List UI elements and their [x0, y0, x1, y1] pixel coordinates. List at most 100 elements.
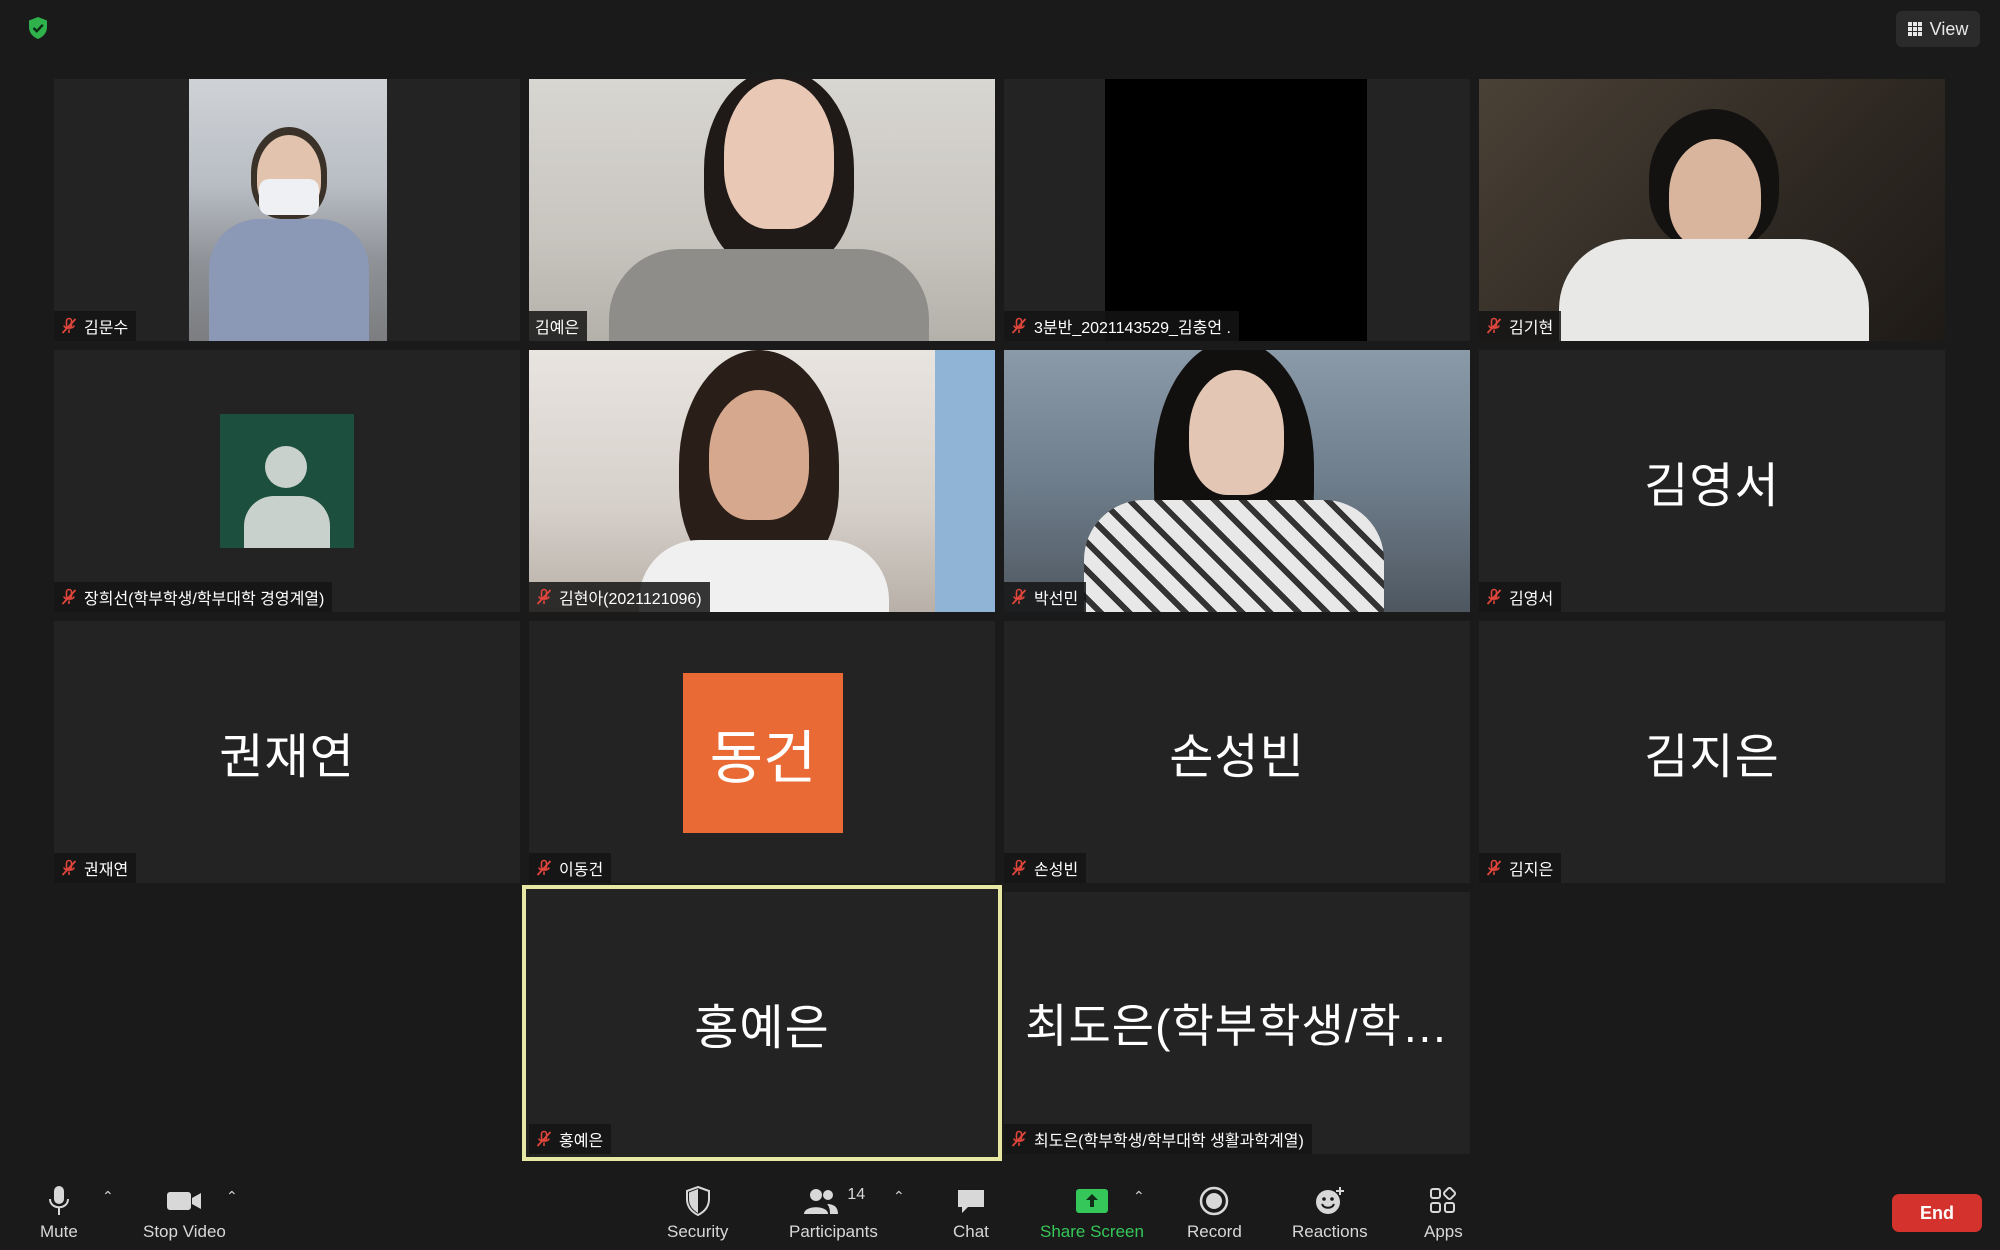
- participant-display-name: 홍예은: [694, 1002, 830, 1055]
- participant-tile-active-speaker[interactable]: 홍예은 홍예은: [522, 885, 1002, 1161]
- participants-count: 14: [847, 1186, 866, 1203]
- record-label: Record: [1187, 1222, 1242, 1241]
- participant-video: [1479, 79, 1945, 341]
- grid-view-icon: [1907, 22, 1922, 36]
- apps-label: Apps: [1424, 1222, 1463, 1241]
- mic-muted-icon: [1486, 859, 1502, 876]
- stop-video-label: Stop Video: [143, 1222, 226, 1241]
- mic-muted-icon: [1011, 859, 1027, 876]
- participant-nametag: 김기현: [1479, 311, 1562, 341]
- participant-tile[interactable]: 동건 이동건: [529, 621, 995, 883]
- participant-nametag: 3분반_2021143529_김충언 .: [1004, 311, 1239, 341]
- participant-display-name: 손성빈: [1169, 731, 1305, 784]
- mute-button[interactable]: Mute: [40, 1184, 78, 1242]
- participant-name: 3분반_2021143529_김충언 .: [1034, 320, 1231, 337]
- view-button[interactable]: View: [1896, 11, 1980, 47]
- participant-tile[interactable]: 김기현: [1479, 79, 1945, 341]
- participant-name: 김기현: [1509, 320, 1554, 337]
- apps-button[interactable]: Apps: [1424, 1184, 1463, 1242]
- participant-display-name: 김영서: [1644, 460, 1780, 513]
- mic-muted-icon: [536, 588, 552, 605]
- mic-muted-icon: [536, 1130, 552, 1147]
- mic-muted-icon: [61, 859, 77, 876]
- participant-tile[interactable]: 박선민: [1004, 350, 1470, 612]
- video-camera-icon: [167, 1192, 202, 1210]
- share-screen-label: Share Screen: [1040, 1222, 1144, 1241]
- record-icon: [1200, 1186, 1229, 1216]
- mic-muted-icon: [1486, 588, 1502, 605]
- participant-video: [529, 79, 995, 341]
- share-screen-button[interactable]: Share Screen: [1040, 1184, 1144, 1242]
- mic-muted-icon: [1486, 317, 1502, 334]
- participant-name: 손성빈: [1034, 862, 1079, 879]
- participant-name: 이동건: [559, 862, 604, 879]
- participant-nametag: 손성빈: [1004, 853, 1087, 883]
- mic-muted-icon: [61, 588, 77, 605]
- participant-nametag: 이동건: [529, 853, 612, 883]
- participant-tile[interactable]: 3분반_2021143529_김충언 .: [1004, 79, 1470, 341]
- mute-label: Mute: [40, 1222, 78, 1241]
- participant-nametag: 장희선(학부학생/학부대학 경영계열): [54, 582, 333, 612]
- participant-tile[interactable]: 김예은: [529, 79, 995, 341]
- microphone-icon: [48, 1186, 69, 1215]
- participant-name: 홍예은: [559, 1133, 604, 1150]
- participant-name: 김현아(2021121096): [559, 591, 702, 608]
- chat-bubble-icon: [957, 1190, 984, 1213]
- reactions-label: Reactions: [1292, 1222, 1368, 1241]
- mic-muted-icon: [1011, 588, 1027, 605]
- share-options-chevron-up-icon[interactable]: ⌃: [1133, 1188, 1145, 1205]
- participant-tile[interactable]: 손성빈 손성빈: [1004, 621, 1470, 883]
- participant-initials: 동건: [683, 673, 843, 833]
- view-label: View: [1929, 18, 1969, 39]
- participants-label: Participants: [789, 1222, 878, 1241]
- participant-name: 김예은: [535, 320, 580, 337]
- default-avatar-icon: [220, 414, 354, 548]
- audio-options-chevron-up-icon[interactable]: ⌃: [102, 1188, 114, 1205]
- participant-display-name: 권재연: [219, 731, 355, 784]
- chat-label: Chat: [953, 1222, 989, 1241]
- participant-tile[interactable]: 최도은(학부학생/학… 최도은(학부학생/학부대학 생활과학계열): [1004, 892, 1470, 1154]
- participant-nametag: 최도은(학부학생/학부대학 생활과학계열): [1004, 1124, 1312, 1154]
- participant-video: [189, 79, 387, 341]
- participant-display-name: 김지은: [1644, 731, 1780, 784]
- participant-nametag: 김지은: [1479, 853, 1562, 883]
- mic-muted-icon: [1011, 1130, 1027, 1147]
- participants-icon: [804, 1189, 839, 1214]
- video-options-chevron-up-icon[interactable]: ⌃: [226, 1188, 238, 1205]
- participant-name: 권재연: [84, 862, 129, 879]
- participant-nametag: 김영서: [1479, 582, 1562, 612]
- participant-tile[interactable]: 김문수: [54, 79, 520, 341]
- record-button[interactable]: Record: [1187, 1184, 1242, 1242]
- mic-muted-icon: [61, 317, 77, 334]
- participant-name: 장희선(학부학생/학부대학 경영계열): [84, 591, 325, 608]
- mic-muted-icon: [536, 859, 552, 876]
- participant-nametag: 김문수: [54, 311, 137, 341]
- participant-tile[interactable]: 김영서 김영서: [1479, 350, 1945, 612]
- participant-video: [1004, 350, 1470, 612]
- participant-tile[interactable]: 장희선(학부학생/학부대학 경영계열): [54, 350, 520, 612]
- mic-muted-icon: [1011, 317, 1027, 334]
- chat-button[interactable]: Chat: [953, 1184, 989, 1242]
- security-button[interactable]: Security: [667, 1184, 728, 1242]
- participants-options-chevron-up-icon[interactable]: ⌃: [893, 1188, 905, 1205]
- participant-nametag: 권재연: [54, 853, 137, 883]
- participant-nametag: 김예은: [529, 311, 588, 341]
- participant-tile[interactable]: 김지은 김지은: [1479, 621, 1945, 883]
- end-label: End: [1920, 1202, 1954, 1223]
- participant-name: 김문수: [84, 320, 129, 337]
- participant-tile[interactable]: 김현아(2021121096): [529, 350, 995, 612]
- participant-name: 김지은: [1509, 862, 1554, 879]
- end-meeting-button[interactable]: End: [1892, 1194, 1982, 1232]
- participant-nametag: 홍예은: [529, 1124, 612, 1154]
- participant-name: 최도은(학부학생/학부대학 생활과학계열): [1034, 1133, 1304, 1150]
- participant-tile[interactable]: 권재연 권재연: [54, 621, 520, 883]
- security-label: Security: [667, 1222, 729, 1241]
- participant-video: [1105, 79, 1367, 341]
- participant-nametag: 박선민: [1004, 582, 1087, 612]
- reactions-button[interactable]: Reactions: [1292, 1184, 1368, 1242]
- shield-icon: [685, 1186, 710, 1216]
- stop-video-button[interactable]: Stop Video: [143, 1184, 226, 1242]
- security-shield-icon[interactable]: [27, 16, 49, 40]
- participant-nametag: 김현아(2021121096): [529, 582, 710, 612]
- participants-button[interactable]: 14 Participants: [789, 1184, 878, 1242]
